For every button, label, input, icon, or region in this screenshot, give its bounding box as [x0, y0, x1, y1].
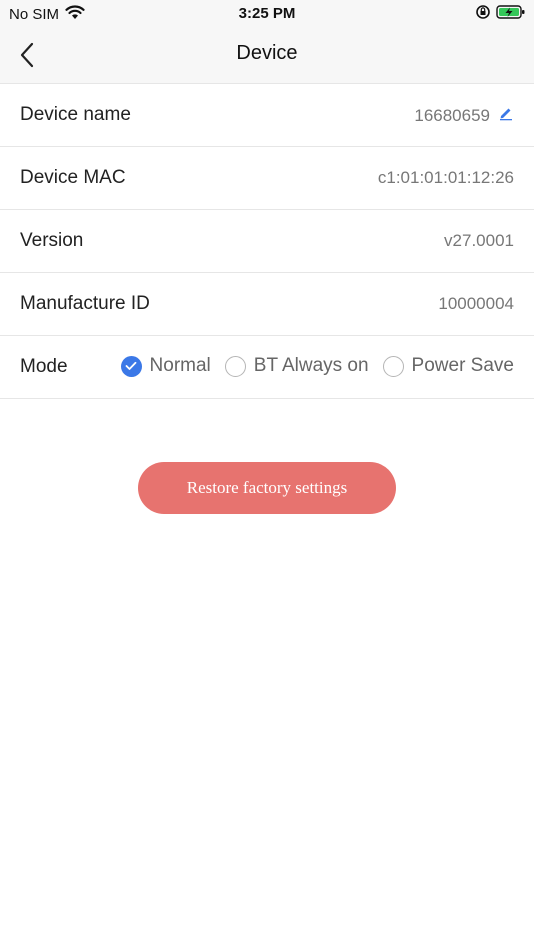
manufacture-id-label: Manufacture ID	[20, 293, 150, 314]
radio-checked-icon[interactable]	[120, 355, 142, 377]
mode-option-power-save[interactable]: Power Save	[382, 355, 514, 377]
status-bar: No SIM 3:25 PM	[0, 0, 534, 28]
version-label: Version	[20, 230, 84, 251]
device-name-value: 16680659	[414, 105, 490, 125]
mode-option-normal[interactable]: Normal	[120, 355, 211, 377]
device-mac-label: Device MAC	[20, 167, 126, 188]
device-name-value-group: 16680659	[414, 105, 514, 126]
battery-charging-icon	[496, 4, 526, 25]
mode-option-bt-always-on[interactable]: BT Always on	[224, 355, 369, 377]
manufacture-id-value: 10000004	[438, 294, 514, 313]
version-value: v27.0001	[444, 231, 514, 250]
edit-icon[interactable]	[498, 105, 514, 126]
device-name-row[interactable]: Device name 16680659	[0, 84, 534, 147]
mode-label: Mode	[20, 356, 68, 377]
version-row: Version v27.0001	[0, 210, 534, 273]
mode-option-label: Normal	[149, 355, 211, 376]
mode-radio-group: Normal BT Always on Power Save	[107, 355, 514, 377]
mode-row: Mode Normal BT Always on Power Save	[0, 336, 534, 399]
restore-factory-settings-button[interactable]: Restore factory settings	[138, 462, 396, 514]
device-mac-value: c1:01:01:01:12:26	[377, 168, 514, 187]
device-name-label: Device name	[20, 104, 131, 125]
orientation-lock-icon	[475, 4, 491, 25]
mode-option-label: Power Save	[411, 355, 514, 376]
status-right	[475, 4, 526, 25]
radio-unchecked-icon[interactable]	[382, 355, 404, 377]
device-info-list: Device name 16680659 Device MAC c1:01:01…	[0, 84, 534, 399]
mode-option-label: BT Always on	[253, 355, 369, 376]
manufacture-id-row: Manufacture ID 10000004	[0, 273, 534, 336]
radio-unchecked-icon[interactable]	[224, 355, 246, 377]
nav-bar: Device	[0, 28, 534, 84]
page-title: Device	[236, 42, 298, 64]
device-mac-row: Device MAC c1:01:01:01:12:26	[0, 147, 534, 210]
status-time: 3:25 PM	[238, 5, 296, 22]
